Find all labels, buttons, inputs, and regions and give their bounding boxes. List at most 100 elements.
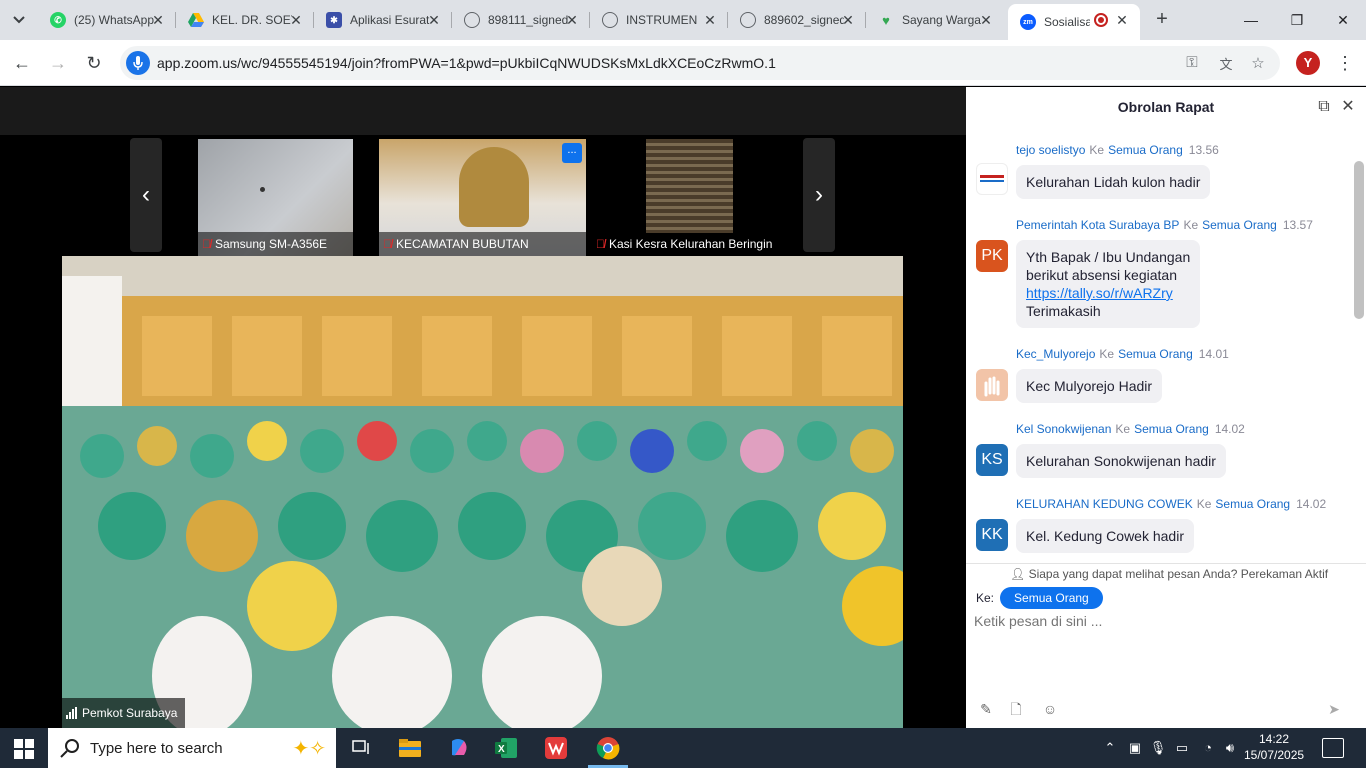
network-icon[interactable]: ◔ (1198, 740, 1218, 755)
avatar: KS (976, 444, 1008, 476)
chevron-left-icon[interactable]: ‹ (130, 138, 162, 252)
browser-tab-active[interactable]: zm Sosialisasi ✕ (1008, 4, 1140, 40)
format-text-icon[interactable]: ✎ (976, 699, 996, 719)
chat-scrollbar[interactable] (1354, 161, 1364, 319)
more-options-icon[interactable]: ... (562, 143, 582, 163)
browser-tab[interactable]: ✱ Aplikasi Esurat ✕ (314, 4, 452, 36)
globe-icon (464, 12, 480, 28)
back-arrow-icon[interactable]: ← (10, 51, 34, 75)
close-icon[interactable]: ✕ (1338, 97, 1358, 117)
meeting-area: ‹ 🎙̸ Samsung SM-A356E ... 🎙̸ KECAMATAN B… (0, 87, 966, 728)
whatsapp-icon: ✆ (50, 12, 66, 28)
chat-message: Kec_Mulyorejo Ke Semua Orang 14.01 Kec Muly… (976, 347, 1356, 407)
recipient-selector[interactable]: Semua Orang (1000, 587, 1103, 609)
sender-name[interactable]: Kel Sonokwijenan (1016, 422, 1111, 436)
volume-icon[interactable]: 🔊︎ (1220, 740, 1240, 756)
message-header: KELURAHAN KEDUNG COWEK Ke Semua Orang 14.02 (1016, 497, 1326, 511)
reload-icon[interactable]: ↻ (82, 51, 106, 75)
browser-tab[interactable]: ♥ Sayang Warga ✕ (866, 4, 1004, 36)
address-bar[interactable]: app.zoom.us/wc/94555545194/join?fromPWA=… (120, 46, 1280, 80)
close-tab-icon[interactable]: ✕ (978, 12, 994, 28)
close-tab-icon[interactable]: ✕ (840, 12, 856, 28)
browser-tab[interactable]: ✆ (25) WhatsApp ✕ (38, 4, 176, 36)
browser-tab[interactable]: INSTRUMEN ✕ (590, 4, 728, 36)
window-blinds (646, 139, 733, 233)
to-word: Ke (1183, 218, 1199, 232)
participant-name: Samsung SM-A356E (215, 237, 328, 251)
message-link[interactable]: https://tally.so/r/wARZry (1026, 285, 1173, 301)
chevron-up-icon[interactable]: ⌃ (1100, 740, 1120, 756)
participant-tile[interactable]: 🎙̸ Kasi Kesra Kelurahan Beringin (592, 139, 792, 256)
translate-icon[interactable]: 文 (1216, 54, 1236, 73)
sender-name[interactable]: Pemerintah Kota Surabaya BP (1016, 218, 1179, 232)
close-tab-icon[interactable]: ✕ (288, 12, 304, 28)
chat-input[interactable] (974, 613, 1354, 629)
tab-title: Sosialisasi (1044, 15, 1090, 29)
send-icon[interactable]: ➤ (1324, 699, 1344, 719)
recipient: Semua Orang (1134, 422, 1209, 436)
message-bubble: Kelurahan Lidah kulon hadir (1016, 165, 1211, 199)
message-bubble: Kelurahan Sonokwijenan hadir (1016, 444, 1226, 478)
notification-icon[interactable] (1322, 738, 1344, 758)
close-tab-icon[interactable]: ✕ (1114, 12, 1130, 28)
crowd-scene (62, 256, 903, 728)
people-icon: 👤︎ (1010, 567, 1026, 581)
mic-muted-icon: 🎙̸ (383, 237, 392, 251)
message-header: Kec_Mulyorejo Ke Semua Orang 14.01 (1016, 347, 1229, 361)
sender-name[interactable]: tejo soelistyo (1016, 143, 1085, 157)
chrome-icon[interactable] (584, 728, 632, 768)
close-tab-icon[interactable]: ✕ (150, 12, 166, 28)
message-header: Pemerintah Kota Surabaya BP Ke Semua Orang… (1016, 218, 1313, 232)
excel-icon[interactable]: X (482, 728, 530, 768)
close-tab-icon[interactable]: ✕ (426, 12, 442, 28)
browser-tab[interactable]: 898111_signed ✕ (452, 4, 590, 36)
task-view-icon[interactable] (338, 728, 386, 768)
clock-date: 15/07/2025 (1244, 748, 1305, 762)
minimize-icon[interactable]: — (1228, 0, 1274, 40)
sender-name[interactable]: Kec_Mulyorejo (1016, 347, 1095, 361)
browser-tab[interactable]: 889602_signed ✕ (728, 4, 866, 36)
close-window-icon[interactable]: ✕ (1320, 0, 1366, 40)
system-clock[interactable]: 14:22 15/07/2025 (1244, 731, 1304, 763)
file-icon[interactable]: 🗋 (1006, 699, 1026, 719)
key-icon[interactable]: ⚿ (1182, 54, 1202, 71)
microphone-icon[interactable]: 🎙︎ (1148, 740, 1168, 756)
copilot-icon[interactable] (434, 728, 482, 768)
sayang-warga-icon: ♥ (882, 12, 890, 28)
sender-name[interactable]: KELURAHAN KEDUNG COWEK (1016, 497, 1193, 511)
wps-office-icon[interactable] (532, 728, 580, 768)
recipient: Semua Orang (1215, 497, 1291, 511)
tab-title: (25) WhatsApp (74, 13, 154, 27)
privacy-note[interactable]: 👤︎ Siapa yang dapat melihat pesan Anda? … (1010, 567, 1328, 581)
participant-name: KECAMATAN BUBUTAN (396, 237, 529, 251)
avatar: KK (976, 519, 1008, 551)
taskbar: Type here to search ✦✧ X ⌃ ▣ 🎙︎ ▭ ◔ 🔊︎ 1… (0, 728, 1366, 768)
camera-icon[interactable]: ▣ (1125, 740, 1145, 756)
active-speaker-name: Pemkot Surabaya (82, 706, 178, 720)
emoji-icon[interactable]: ☺ (1040, 699, 1060, 719)
taskbar-search[interactable]: Type here to search ✦✧ (48, 728, 336, 768)
url-text[interactable]: app.zoom.us/wc/94555545194/join?fromPWA=… (157, 55, 776, 71)
restore-icon[interactable]: ❐ (1274, 0, 1320, 40)
close-tab-icon[interactable]: ✕ (702, 12, 718, 28)
microphone-icon[interactable] (126, 51, 150, 75)
avatar (976, 163, 1008, 195)
participant-tile[interactable]: 🎙̸ Samsung SM-A356E (198, 139, 353, 256)
battery-icon[interactable]: ▭ (1172, 740, 1192, 756)
file-explorer-icon[interactable] (386, 728, 434, 768)
new-tab-icon[interactable]: + (1150, 8, 1174, 31)
bookmark-star-icon[interactable]: ☆ (1248, 54, 1268, 72)
windows-start-icon[interactable] (14, 739, 34, 759)
chevron-right-icon[interactable]: › (803, 138, 835, 252)
forward-arrow-icon[interactable]: → (46, 51, 70, 75)
pop-out-icon[interactable]: ⧉ (1314, 97, 1334, 117)
tab-search-button[interactable] (6, 8, 32, 32)
close-tab-icon[interactable]: ✕ (564, 12, 580, 28)
active-speaker-video[interactable]: Pemkot Surabaya (62, 256, 903, 728)
profile-avatar[interactable]: Y (1296, 51, 1320, 75)
avatar: PK (976, 240, 1008, 272)
participant-tile[interactable]: ... 🎙̸ KECAMATAN BUBUTAN (379, 139, 586, 256)
browser-tab[interactable]: KEL. DR. SOETOMO ✕ (176, 4, 314, 36)
meeting-top-bar (0, 87, 966, 135)
browser-menu-icon[interactable]: ⋮ (1336, 51, 1354, 75)
